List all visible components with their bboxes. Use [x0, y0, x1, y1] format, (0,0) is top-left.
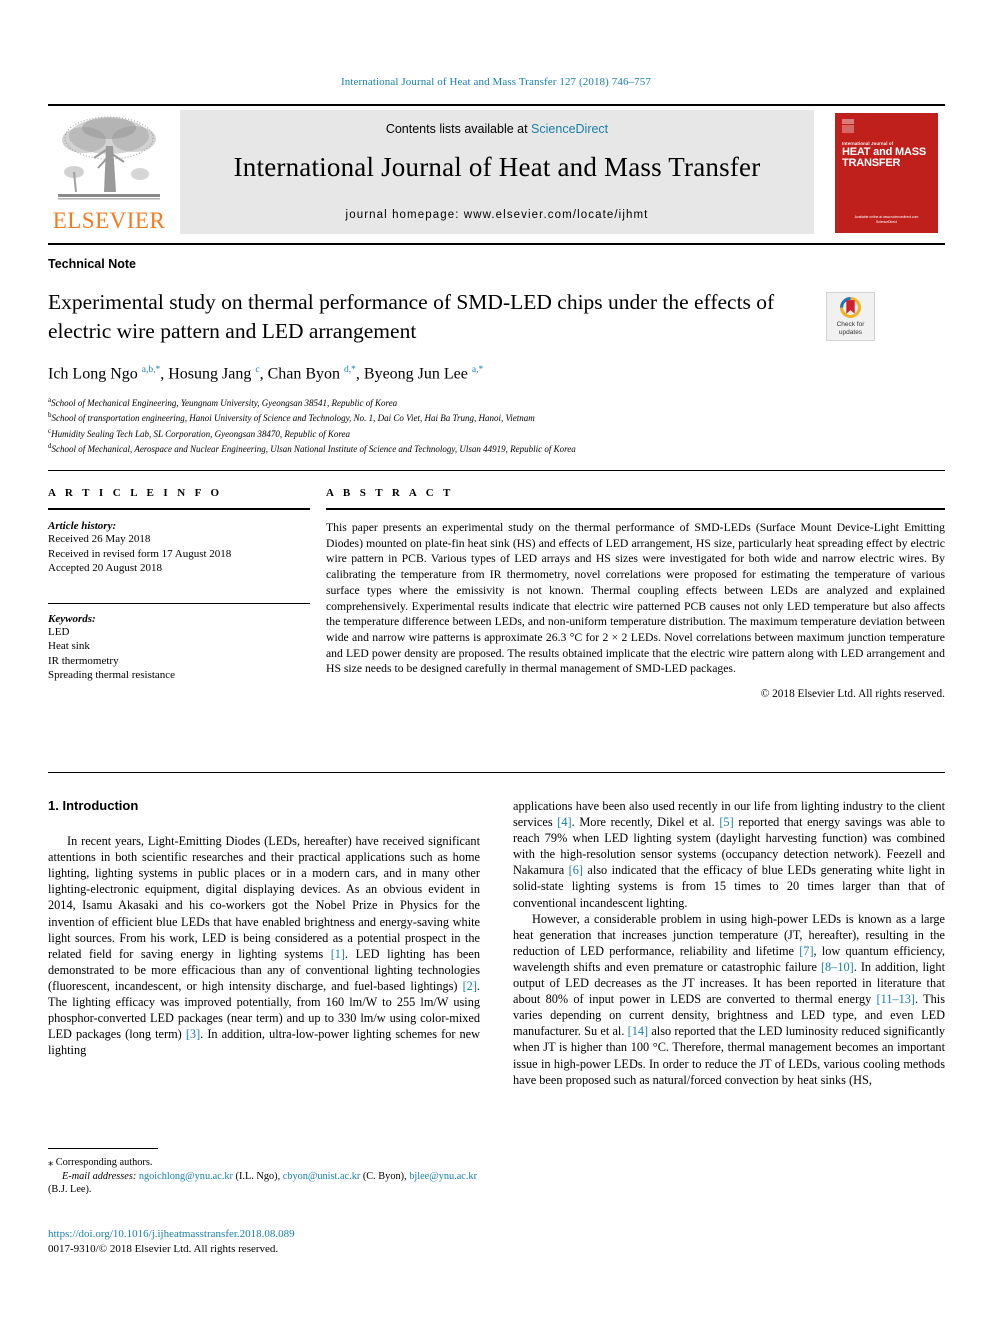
affiliation-text: Humidity Sealing Tech Lab, SL Corporatio…: [51, 428, 351, 439]
email-owner: (C. Byon),: [362, 1170, 407, 1182]
abstract-block-bottom-rule: [48, 772, 945, 773]
article-info-heading: A R T I C L E I N F O: [48, 487, 223, 499]
masthead-top-rule: [48, 104, 945, 106]
paragraph-text: . More recently, Dikel et al.: [571, 815, 720, 830]
email-label: E-mail addresses:: [62, 1170, 137, 1182]
article-history-heading: Article history:: [48, 520, 117, 532]
affiliation-list: aSchool of Mechanical Engineering, Yeung…: [48, 394, 928, 456]
affiliation-item: bSchool of transportation engineering, H…: [48, 409, 928, 424]
email-owner: (I.L. Ngo),: [235, 1170, 281, 1182]
issn-copyright-line: 0017-9310/© 2018 Elsevier Ltd. All right…: [48, 1242, 279, 1255]
citation-ref[interactable]: [1]: [331, 947, 345, 961]
article-history-item: Received in revised form 17 August 2018: [48, 547, 232, 560]
paper-page: International Journal of Heat and Mass T…: [0, 0, 992, 1323]
masthead-center-band: Contents lists available at ScienceDirec…: [180, 110, 814, 234]
footnote-block: ⁎ Corresponding authors. E-mail addresse…: [48, 1156, 480, 1197]
abstract-text: This paper presents an experimental stud…: [326, 521, 945, 676]
doi-block: https://doi.org/10.1016/j.ijheatmasstran…: [48, 1227, 508, 1256]
keyword-item: IR thermometry: [48, 654, 119, 667]
keyword-item: Heat sink: [48, 640, 90, 652]
journal-cover-thumbnail: International Journal of HEAT and MASS T…: [826, 110, 947, 236]
abstract-column: A B S T R A C T This paper presents an e…: [326, 487, 945, 700]
author-list: Ich Long Ngo a,b,*, Hosung Jang c, Chan …: [48, 365, 484, 383]
paragraph: applications have been also used recentl…: [513, 798, 945, 911]
journal-masthead: ELSEVIER Contents lists available at Sci…: [48, 104, 947, 236]
article-info-rule: [48, 508, 310, 510]
citation-ref[interactable]: [7]: [799, 944, 813, 958]
citation-ref[interactable]: [11–13]: [877, 992, 915, 1006]
body-column-right: applications have been also used recentl…: [513, 798, 945, 1088]
affiliation-item: aSchool of Mechanical Engineering, Yeung…: [48, 394, 928, 409]
journal-title: International Journal of Heat and Mass T…: [233, 152, 761, 182]
article-history-item: Accepted 20 August 2018: [48, 562, 162, 574]
affiliation-text: School of Mechanical, Aerospace and Nucl…: [51, 444, 576, 455]
affiliation-item: cHumidity Sealing Tech Lab, SL Corporati…: [48, 425, 928, 440]
email-addresses-note: E-mail addresses: ngoichlong@ynu.ac.kr (…: [48, 1170, 480, 1197]
crossmark-label: Check for updates: [827, 321, 874, 337]
cover-title-line-2: TRANSFER: [842, 157, 901, 169]
citation-ref[interactable]: [4]: [557, 815, 571, 829]
citation-ref[interactable]: [5]: [719, 815, 733, 829]
paragraph: In recent years, Light-Emitting Diodes (…: [48, 833, 480, 1058]
abstract-copyright: © 2018 Elsevier Ltd. All rights reserved…: [760, 688, 945, 701]
email-link[interactable]: bjlee@ynu.ac.kr: [409, 1171, 477, 1182]
cover-title: HEAT and MASS TRANSFER: [842, 147, 926, 169]
citation-ref[interactable]: [14]: [628, 1024, 649, 1038]
citation-ref[interactable]: [8–10]: [821, 960, 854, 974]
citation-ref[interactable]: [2]: [463, 979, 477, 993]
page-title: Experimental study on thermal performanc…: [48, 290, 775, 343]
contents-available-line: Contents lists available at ScienceDirec…: [180, 122, 814, 136]
abstract-heading: A B S T R A C T: [326, 487, 454, 499]
citation-ref[interactable]: [3]: [186, 1027, 200, 1041]
keyword-item: Spreading thermal resistance: [48, 669, 176, 681]
affiliation-text: School of Mechanical Engineering, Yeungn…: [51, 398, 398, 408]
keywords-rule: [48, 602, 310, 604]
crossmark-label-line-1: Check for: [836, 321, 865, 328]
crossmark-badge[interactable]: Check for updates: [826, 292, 875, 341]
abstract-block-top-rule: [48, 470, 945, 471]
elsevier-logo: ELSEVIER: [48, 110, 170, 234]
elsevier-wordmark: ELSEVIER: [52, 208, 166, 233]
crossmark-label-line-2: updates: [838, 329, 863, 336]
crossmark-icon: [840, 297, 861, 318]
article-type-label: Technical Note: [48, 257, 136, 271]
affiliation-item: dSchool of Mechanical, Aerospace and Nuc…: [48, 440, 928, 455]
sciencedirect-link[interactable]: ScienceDirect: [531, 122, 608, 136]
email-link[interactable]: ngoichlong@ynu.ac.kr: [139, 1171, 233, 1182]
article-info-column: A R T I C L E I N F O Article history: R…: [48, 487, 310, 683]
email-owner: (B.J. Lee).: [48, 1184, 92, 1196]
cover-artwork: International Journal of HEAT and MASS T…: [835, 113, 938, 233]
abstract-rule: [326, 508, 945, 510]
doi-link[interactable]: https://doi.org/10.1016/j.ijheatmasstran…: [48, 1227, 508, 1242]
journal-homepage-link[interactable]: journal homepage: www.elsevier.com/locat…: [180, 209, 814, 221]
section-heading-introduction: 1. Introduction: [48, 798, 139, 813]
cover-footer: Available online at www.sciencedirect.co…: [835, 215, 938, 225]
corresponding-author-marker: ⁎: [48, 1157, 54, 1168]
elsevier-tree-icon: [58, 116, 160, 200]
keyword-item: LED: [48, 625, 70, 638]
footnote-rule: [48, 1148, 158, 1149]
paragraph-text: In recent years, Light-Emitting Diodes (…: [48, 834, 480, 961]
citation-ref[interactable]: [6]: [569, 863, 583, 877]
paragraph: However, a considerable problem in using…: [513, 911, 945, 1088]
affiliation-text: School of transportation engineering, Ha…: [51, 413, 535, 424]
cover-footer-line-2: ScienceDirect: [876, 220, 897, 224]
article-history-item: Received 26 May 2018: [48, 533, 151, 545]
cover-elsevier-tree-icon: [842, 119, 854, 133]
contents-prefix: Contents lists available at: [385, 122, 532, 136]
corresponding-author-note: ⁎ Corresponding authors.: [48, 1156, 480, 1170]
email-link[interactable]: cbyon@unist.ac.kr: [283, 1171, 361, 1182]
keywords-heading: Keywords:: [48, 612, 96, 625]
body-column-left: 1. Introduction In recent years, Light-E…: [48, 798, 480, 1058]
corresponding-author-text: Corresponding authors.: [55, 1157, 153, 1168]
running-head: International Journal of Heat and Mass T…: [341, 76, 651, 88]
masthead-bottom-rule: [48, 243, 945, 245]
